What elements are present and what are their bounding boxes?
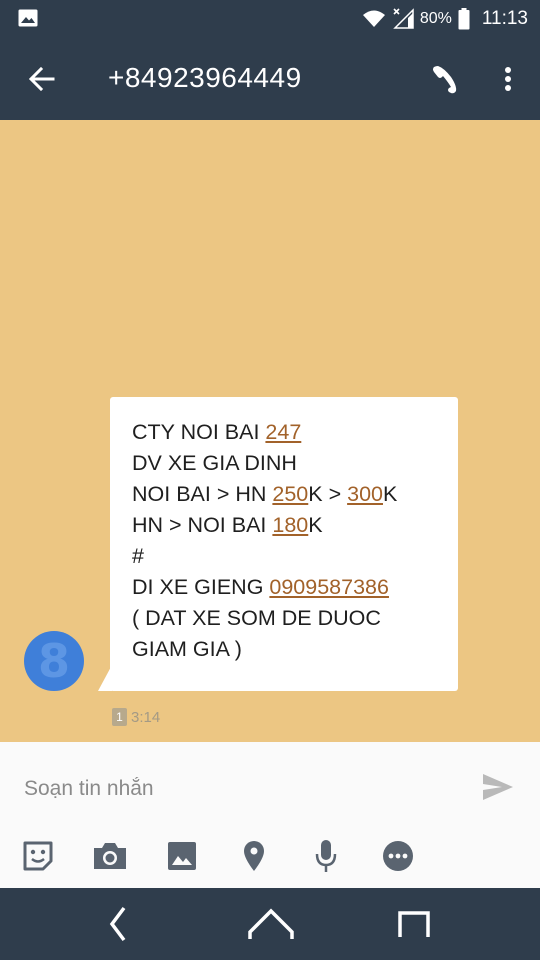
gallery-button[interactable] bbox=[164, 836, 200, 876]
message-timestamp: 3:14 bbox=[131, 708, 161, 726]
message-text-segment: NOI BAI > HN bbox=[132, 482, 273, 506]
message-link[interactable]: 300 bbox=[347, 482, 383, 506]
sticker-icon bbox=[23, 841, 53, 871]
message-text-segment: GIAM GIA ) bbox=[132, 637, 242, 661]
more-vert-icon bbox=[505, 67, 511, 91]
sticker-button[interactable] bbox=[20, 836, 56, 876]
message-link[interactable]: 250 bbox=[272, 482, 308, 506]
message-text-segment: DV XE GIA DINH bbox=[132, 451, 297, 475]
status-bar: 80% 11:13 bbox=[0, 0, 540, 38]
message-text-segment: K bbox=[308, 513, 323, 537]
more-options-button[interactable] bbox=[488, 59, 528, 99]
nav-back-icon bbox=[109, 906, 126, 942]
location-button[interactable] bbox=[236, 836, 272, 876]
send-icon bbox=[483, 774, 513, 800]
message-text-segment: # bbox=[132, 544, 144, 568]
message-line: DV XE GIA DINH bbox=[132, 448, 452, 479]
camera-button[interactable] bbox=[92, 836, 128, 876]
camera-icon bbox=[94, 843, 126, 869]
sim-badge: 1 bbox=[112, 708, 127, 726]
battery-percent: 80% bbox=[419, 10, 452, 27]
message-link[interactable]: 0909587386 bbox=[269, 575, 389, 599]
send-button[interactable] bbox=[478, 770, 518, 804]
message-line: NOI BAI > HN 250K > 300K bbox=[132, 479, 452, 510]
message-line: CTY NOI BAI 247 bbox=[132, 417, 452, 448]
gallery-icon bbox=[18, 9, 38, 27]
message-text-segment: HN > NOI BAI bbox=[132, 513, 273, 537]
nav-back-button[interactable] bbox=[88, 898, 148, 950]
message-list[interactable]: 8 CTY NOI BAI 247 DV XE GIA DINH NOI BAI >… bbox=[0, 120, 540, 742]
message-line: ( DAT XE SOM DE DUOC bbox=[132, 603, 452, 634]
image-icon bbox=[168, 842, 196, 870]
message-line: DI XE GIENG 0909587386 bbox=[132, 572, 452, 603]
message-line: # bbox=[132, 541, 452, 572]
message-link[interactable]: 247 bbox=[265, 420, 301, 444]
message-text-segment: ( DAT XE SOM DE DUOC bbox=[132, 606, 381, 630]
contact-avatar[interactable]: 8 bbox=[24, 631, 84, 691]
back-arrow-icon bbox=[29, 67, 55, 91]
signal-icon bbox=[393, 8, 414, 29]
conversation-title: +84923964449 bbox=[108, 62, 302, 93]
voice-button[interactable] bbox=[308, 836, 344, 876]
clock: 11:13 bbox=[481, 8, 528, 29]
wifi-icon bbox=[362, 10, 385, 27]
more-attachments-button[interactable] bbox=[380, 836, 416, 876]
message-meta: 1 3:14 bbox=[112, 707, 160, 727]
nav-home-icon bbox=[248, 908, 294, 939]
message-text-segment: DI XE GIENG bbox=[132, 575, 270, 599]
nav-recents-button[interactable] bbox=[384, 898, 444, 950]
message-text-segment: CTY NOI BAI bbox=[132, 420, 266, 444]
composer bbox=[0, 742, 540, 888]
message-text-segment: K > bbox=[308, 482, 348, 506]
avatar-glyph: 8 bbox=[37, 634, 70, 688]
navigation-bar bbox=[0, 888, 540, 960]
phone-icon bbox=[433, 66, 457, 94]
mic-icon bbox=[315, 840, 337, 872]
app-bar: +84923964449 bbox=[0, 38, 540, 120]
more-horiz-icon bbox=[383, 841, 413, 871]
compose-message-input[interactable] bbox=[24, 774, 444, 804]
message-text: CTY NOI BAI 247 DV XE GIA DINH NOI BAI > H… bbox=[132, 417, 452, 665]
back-button[interactable] bbox=[22, 59, 62, 99]
nav-recents-icon bbox=[398, 911, 430, 937]
battery-icon bbox=[458, 8, 470, 30]
message-text-segment: K bbox=[382, 482, 398, 506]
nav-home-button[interactable] bbox=[241, 898, 301, 950]
message-line: HN > NOI BAI 180K bbox=[132, 510, 452, 541]
message-line: GIAM GIA ) bbox=[132, 634, 452, 665]
message-link[interactable]: 180 bbox=[272, 513, 308, 537]
call-button[interactable] bbox=[424, 59, 464, 99]
compose-toolbar bbox=[0, 836, 540, 878]
location-icon bbox=[244, 841, 264, 871]
status-indicators: 80% 11:13 bbox=[362, 0, 528, 38]
